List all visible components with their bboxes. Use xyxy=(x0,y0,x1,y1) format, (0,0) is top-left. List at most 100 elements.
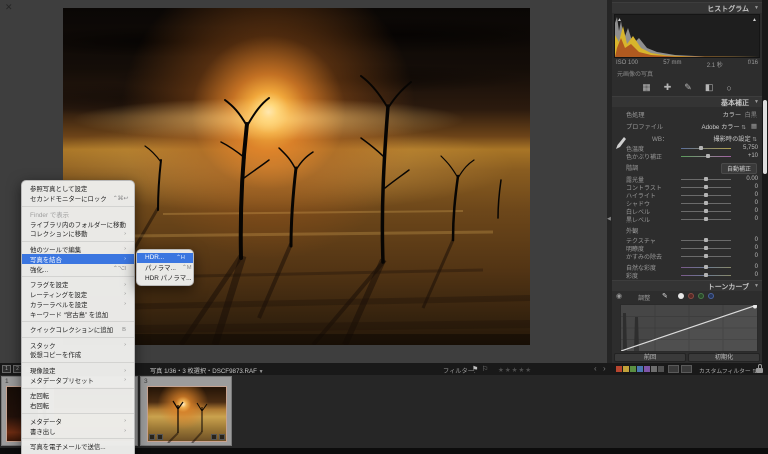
shadow-clipping-icon[interactable]: ▲ xyxy=(617,17,622,23)
filter-toggle-button-2[interactable] xyxy=(681,365,692,373)
context-menu-item[interactable]: カラーラベルを設定› xyxy=(22,299,134,309)
scrollbar-thumb[interactable] xyxy=(763,100,767,174)
radial-filter-icon[interactable]: ○ xyxy=(726,83,731,93)
context-menu-item[interactable]: セカンドモニターにロック⌃⌘↩ xyxy=(22,194,134,204)
slider-track[interactable] xyxy=(681,267,731,268)
target-adjustment-icon[interactable]: ◉ xyxy=(616,292,622,300)
slider-track[interactable] xyxy=(681,240,731,241)
slider-thumb[interactable] xyxy=(704,254,708,258)
collapse-panel-icon[interactable]: ◀ xyxy=(607,216,611,222)
context-menu-item[interactable]: Finder で表示 xyxy=(22,209,134,219)
context-menu-item[interactable]: 現像設定› xyxy=(22,366,134,376)
context-menu-item[interactable]: 左回転 xyxy=(22,391,134,401)
histogram[interactable]: ▲ ▲ xyxy=(614,14,760,58)
close-icon[interactable]: ✕ xyxy=(5,2,13,13)
thumbnail-cell-3[interactable]: 3 xyxy=(140,376,232,446)
slider-value[interactable]: 5,750 xyxy=(736,145,758,151)
custom-filter-dropdown[interactable]: カスタムフィルター ⇅ xyxy=(699,366,757,375)
slider-value[interactable]: 0 xyxy=(736,253,758,259)
context-menu-item[interactable]: 強化...⌃⌥I xyxy=(22,264,134,274)
gradient-filter-icon[interactable]: ◧ xyxy=(705,82,714,93)
tone-curve-header[interactable]: トーンカーブ ▼ xyxy=(612,280,762,291)
filter-lock-icon[interactable] xyxy=(756,364,763,373)
thumbnail-badge-icon[interactable] xyxy=(149,434,155,440)
slider-thumb[interactable] xyxy=(704,246,708,250)
photo-info-dropdown[interactable]: 写真 1/36・3 枚選択・DSCF9873.RAF ▼ xyxy=(150,366,264,375)
slider-thumb[interactable] xyxy=(704,265,708,269)
context-menu-item[interactable]: コレクションに移動› xyxy=(22,229,134,239)
context-menu-item[interactable]: スタック› xyxy=(22,340,134,350)
slider-track[interactable] xyxy=(681,156,731,157)
color-label-swatch[interactable] xyxy=(623,366,629,372)
curve-channel-blue-icon[interactable] xyxy=(708,293,714,299)
slider-track[interactable] xyxy=(681,195,731,196)
slider-value[interactable]: 0 xyxy=(736,216,758,222)
slider-thumb[interactable] xyxy=(704,177,708,181)
slider-track[interactable] xyxy=(681,219,731,220)
slider-value[interactable]: 0.00 xyxy=(736,176,758,182)
slider-value[interactable]: 0 xyxy=(736,192,758,198)
slider-thumb[interactable] xyxy=(704,273,708,277)
slider-track[interactable] xyxy=(681,248,731,249)
flag-reject-filter-icon[interactable]: ⚐ xyxy=(482,365,488,373)
slider-value[interactable]: 0 xyxy=(736,272,758,278)
reset-button[interactable]: 初期化 xyxy=(688,353,760,362)
context-menu-item[interactable]: 参照写真として設定 xyxy=(22,184,134,194)
slider-thumb[interactable] xyxy=(704,217,708,221)
color-label-swatch[interactable] xyxy=(658,366,664,372)
filter-toggle-button-1[interactable] xyxy=(668,365,679,373)
slider-value[interactable]: 0 xyxy=(736,237,758,243)
slider-track[interactable] xyxy=(681,203,731,204)
context-menu-item[interactable]: 他のツールで編集› xyxy=(22,245,134,255)
context-menu-item[interactable]: フラグを設定› xyxy=(22,280,134,290)
color-label-swatch[interactable] xyxy=(637,366,643,372)
treatment-bw-option[interactable]: 白黒 xyxy=(745,112,757,119)
edit-point-curve-icon[interactable]: ✎ xyxy=(662,292,668,300)
context-menu-item[interactable]: メタデータ› xyxy=(22,416,134,426)
context-menu-item[interactable]: パノラマ...⌃M xyxy=(137,263,193,273)
context-menu-item[interactable]: 書き出し› xyxy=(22,426,134,436)
context-menu-item[interactable]: メタデータプリセット› xyxy=(22,375,134,385)
slider-track[interactable] xyxy=(681,211,731,212)
slider-thumb[interactable] xyxy=(704,238,708,242)
thumbnail-badge-icon[interactable] xyxy=(211,434,217,440)
thumbnail-badge-icon[interactable] xyxy=(219,434,225,440)
tone-curve-graph[interactable] xyxy=(620,304,758,352)
curve-channel-red-icon[interactable] xyxy=(688,293,694,299)
context-menu-item[interactable]: 仮想コピーを作成 xyxy=(22,350,134,360)
flag-pick-filter-icon[interactable]: ⚑ xyxy=(472,365,478,373)
treatment-color-option[interactable]: カラー xyxy=(723,112,742,119)
slider-track[interactable] xyxy=(681,275,731,276)
slider-value[interactable]: 0 xyxy=(736,200,758,206)
heal-icon[interactable]: ✚ xyxy=(664,82,672,93)
histogram-header[interactable]: ヒストグラム ▼ xyxy=(612,2,762,13)
slider-value[interactable]: 0 xyxy=(736,184,758,190)
main-window-button[interactable]: 1 xyxy=(2,365,11,373)
context-menu-item[interactable]: HDR...⌃H xyxy=(137,253,193,263)
context-menu-item[interactable]: 右回転 xyxy=(22,401,134,411)
curve-channel-all-icon[interactable] xyxy=(678,293,684,299)
slider-track[interactable] xyxy=(681,148,731,149)
context-menu-item[interactable]: HDR パノラマ... xyxy=(137,273,193,283)
slider-track[interactable] xyxy=(681,187,731,188)
previous-button[interactable]: 前回 xyxy=(614,353,686,362)
context-menu-item[interactable]: ライブラリ内のフォルダーに移動 xyxy=(22,219,134,229)
slider-track[interactable] xyxy=(681,179,731,180)
wb-select[interactable]: 撮影時の設定 ⇅ xyxy=(714,134,757,143)
prev-arrow-icon[interactable]: ‹ xyxy=(594,364,597,373)
star-rating-filter[interactable]: ★★★★★ xyxy=(498,366,532,374)
context-menu-item[interactable]: キーワード “宮古島” を追加 xyxy=(22,309,134,319)
slider-value[interactable]: 0 xyxy=(736,208,758,214)
slider-thumb[interactable] xyxy=(706,154,710,158)
slider-thumb[interactable] xyxy=(704,209,708,213)
slider-value[interactable]: +10 xyxy=(736,153,758,159)
slider-value[interactable]: 0 xyxy=(736,264,758,270)
slider-thumb[interactable] xyxy=(704,193,708,197)
right-scrollbar[interactable] xyxy=(762,0,768,363)
context-menu-item[interactable]: クイックコレクションに追加B xyxy=(22,325,134,335)
thumbnail-image[interactable] xyxy=(147,386,227,442)
context-menu-item[interactable]: レーティングを設定› xyxy=(22,290,134,300)
slider-thumb[interactable] xyxy=(699,146,703,150)
slider-thumb[interactable] xyxy=(704,201,708,205)
curve-channel-green-icon[interactable] xyxy=(698,293,704,299)
